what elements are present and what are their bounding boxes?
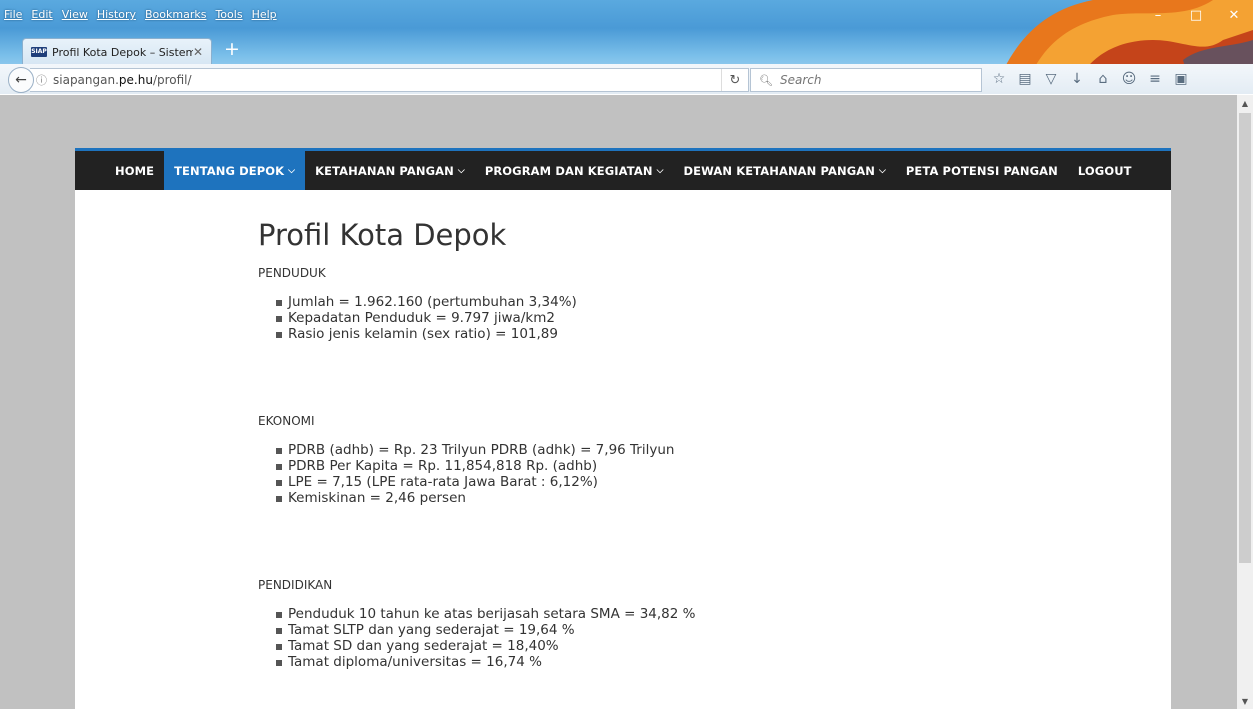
page-viewport: HOME TENTANG DEPOK ⌵ KETAHANAN PANGAN ⌵ PR… — [0, 95, 1237, 709]
nav-peta-label: PETA POTENSI PANGAN — [905, 163, 1058, 178]
list-item: Tamat SLTP dan yang sederajat = 19,64 % — [276, 622, 958, 638]
nav-logout[interactable]: LOGOUT — [1068, 151, 1142, 190]
url-prefix: siapangan. — [53, 73, 119, 87]
list-item: Kepadatan Penduduk = 9.797 jiwa/km2 — [276, 310, 958, 326]
hamburger-menu-icon[interactable]: ≡ — [1142, 68, 1168, 90]
reload-icon[interactable]: ↻ — [721, 69, 748, 91]
nav-logout-label: LOGOUT — [1077, 163, 1132, 178]
reading-list-icon[interactable]: ▤ — [1012, 68, 1038, 90]
back-button[interactable]: ← — [8, 67, 34, 93]
pocket-icon[interactable]: ▽ — [1038, 68, 1064, 90]
menu-tools[interactable]: Tools — [215, 8, 242, 24]
menu-bookmarks[interactable]: Bookmarks — [145, 8, 206, 24]
chevron-down-icon: ⌵ — [878, 165, 886, 176]
url-bar[interactable]: ⓘ siapangan.pe.hu/profil/ ↻ — [30, 68, 749, 92]
list-item: Jumlah = 1.962.160 (pertumbuhan 3,34%) — [276, 294, 958, 310]
list-item: Tamat SD dan yang sederajat = 18,40% — [276, 638, 958, 654]
section-heading-ekonomi: EKONOMI — [258, 414, 315, 428]
list-item: Tamat diploma/universitas = 16,74 % — [276, 654, 958, 670]
nav-home-label: HOME — [115, 163, 155, 178]
browser-tab[interactable]: SIAP Profil Kota Depok – Sistem... ✕ — [22, 38, 212, 65]
window-controls: – □ ✕ — [1139, 0, 1253, 30]
vertical-scrollbar[interactable]: ▲ ▼ — [1237, 95, 1253, 709]
new-tab-button[interactable]: + — [220, 38, 244, 62]
navigation-toolbar: ⓘ siapangan.pe.hu/profil/ ↻ ← 🔍︎ ☆ ▤ ▽ ↓… — [0, 64, 1253, 94]
list-item: Kemiskinan = 2,46 persen — [276, 490, 958, 506]
site-favicon: SIAP — [31, 47, 47, 57]
search-bar[interactable]: 🔍︎ — [750, 68, 982, 92]
chevron-down-icon: ⌵ — [457, 165, 465, 176]
search-input[interactable] — [777, 72, 962, 88]
minimize-icon: – — [1154, 7, 1162, 23]
penduduk-list: Jumlah = 1.962.160 (pertumbuhan 3,34%) K… — [276, 294, 958, 342]
article-content: Profil Kota Depok PENDUDUK Jumlah = 1.96… — [258, 190, 958, 670]
close-window-button[interactable]: ✕ — [1215, 0, 1253, 30]
list-item: PDRB Per Kapita = Rp. 11,854,818 Rp. (ad… — [276, 458, 958, 474]
nav-peta-potensi-pangan[interactable]: PETA POTENSI PANGAN — [896, 151, 1068, 190]
bookmark-star-icon[interactable]: ☆ — [986, 68, 1012, 90]
nav-program-dan-kegiatan[interactable]: PROGRAM DAN KEGIATAN ⌵ — [475, 151, 674, 190]
list-item: LPE = 7,15 (LPE rata-rata Jawa Barat : 6… — [276, 474, 958, 490]
nav-ketahanan-pangan-label: KETAHANAN PANGAN — [315, 163, 454, 178]
menu-bar: File Edit View History Bookmarks Tools H… — [4, 8, 286, 24]
home-icon[interactable]: ⌂ — [1090, 68, 1116, 90]
tab-title: Profil Kota Depok – Sistem... — [52, 45, 193, 59]
ekonomi-list: PDRB (adhb) = Rp. 23 Trilyun PDRB (adhk)… — [276, 442, 958, 506]
menu-help[interactable]: Help — [252, 8, 277, 24]
menu-history[interactable]: History — [97, 8, 136, 24]
section-heading-penduduk: PENDUDUK — [258, 266, 326, 280]
back-arrow-icon: ← — [15, 72, 27, 88]
url-text[interactable]: siapangan.pe.hu/profil/ — [53, 73, 721, 87]
chevron-down-icon: ⌵ — [288, 165, 296, 176]
section-heading-pendidikan: PENDIDIKAN — [258, 578, 333, 592]
restore-button[interactable]: □ — [1177, 0, 1215, 30]
url-domain: pe.hu — [118, 73, 153, 87]
list-item: PDRB (adhb) = Rp. 23 Trilyun PDRB (adhk)… — [276, 442, 958, 458]
menu-view[interactable]: View — [62, 8, 88, 24]
search-icon: 🔍︎ — [759, 73, 773, 87]
nav-program-label: PROGRAM DAN KEGIATAN — [484, 163, 653, 178]
minimize-button[interactable]: – — [1139, 0, 1177, 30]
pendidikan-list: Penduduk 10 tahun ke atas berijasah seta… — [276, 606, 958, 670]
download-icon[interactable]: ↓ — [1064, 68, 1090, 90]
list-item: Penduduk 10 tahun ke atas berijasah seta… — [276, 606, 958, 622]
scrollbar-thumb[interactable] — [1239, 113, 1251, 563]
url-path: /profil/ — [152, 73, 192, 87]
menu-file[interactable]: File — [4, 8, 22, 24]
info-icon[interactable]: ⓘ — [36, 72, 47, 88]
nav-home[interactable]: HOME — [105, 151, 164, 190]
nav-tentang-depok-label: TENTANG DEPOK — [174, 163, 285, 178]
list-item: Rasio jenis kelamin (sex ratio) = 101,89 — [276, 326, 958, 342]
nav-dewan-ketahanan-pangan[interactable]: DEWAN KETAHANAN PANGAN ⌵ — [674, 151, 896, 190]
menu-edit[interactable]: Edit — [31, 8, 52, 24]
restore-icon: □ — [1189, 7, 1203, 23]
nav-tentang-depok[interactable]: TENTANG DEPOK ⌵ — [164, 151, 306, 190]
toolbar-icons: ☆ ▤ ▽ ↓ ⌂ ☺ ≡ ▣ — [986, 68, 1194, 90]
site-container: HOME TENTANG DEPOK ⌵ KETAHANAN PANGAN ⌵ PR… — [75, 148, 1171, 709]
close-icon: ✕ — [1228, 7, 1240, 23]
main-navigation: HOME TENTANG DEPOK ⌵ KETAHANAN PANGAN ⌵ PR… — [75, 151, 1171, 190]
nav-ketahanan-pangan[interactable]: KETAHANAN PANGAN ⌵ — [305, 151, 475, 190]
scroll-down-arrow-icon[interactable]: ▼ — [1237, 693, 1253, 709]
browser-chrome: File Edit View History Bookmarks Tools H… — [0, 0, 1253, 94]
addon-icon[interactable]: ▣ — [1168, 68, 1194, 90]
chevron-down-icon: ⌵ — [656, 165, 664, 176]
page-title: Profil Kota Depok — [258, 218, 507, 252]
scroll-up-arrow-icon[interactable]: ▲ — [1237, 95, 1253, 111]
tab-close-icon[interactable]: ✕ — [193, 45, 203, 59]
nav-dewan-label: DEWAN KETAHANAN PANGAN — [683, 163, 875, 178]
hello-icon[interactable]: ☺ — [1116, 68, 1142, 90]
